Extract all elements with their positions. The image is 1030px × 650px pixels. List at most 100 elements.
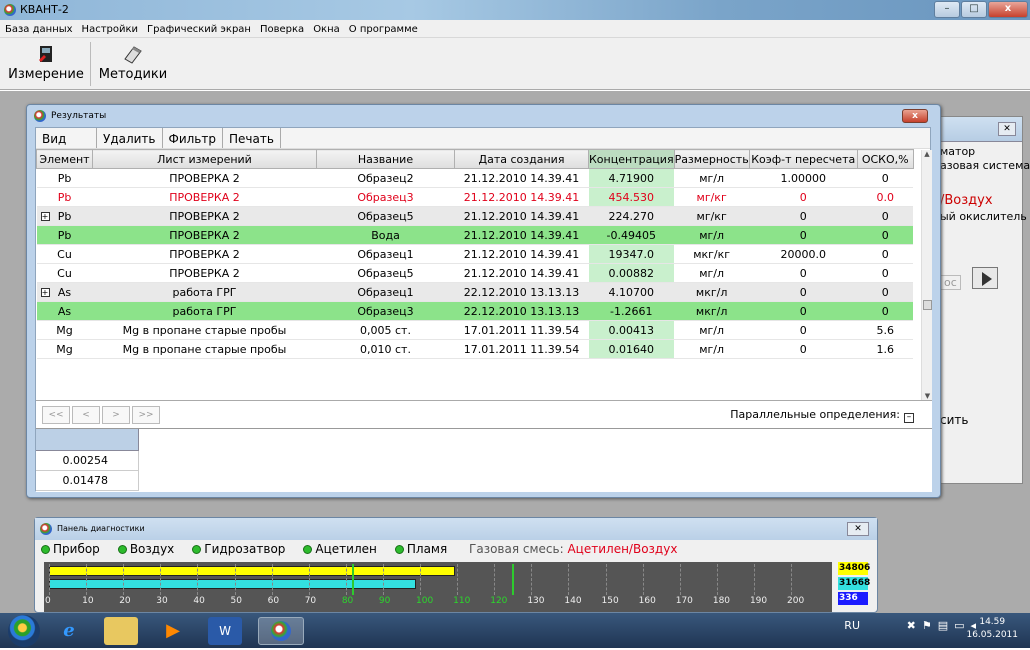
gauge-gridline — [123, 564, 125, 595]
maximize-button[interactable]: □ — [961, 1, 987, 18]
methods-label: Методики — [98, 67, 168, 82]
last-page-button[interactable]: >> — [132, 406, 160, 424]
cell-conc: -0.49405 — [588, 225, 675, 245]
gauge-bar-yellow — [49, 566, 455, 576]
cell-coef: 0 — [749, 225, 858, 245]
table-header: Элемент Лист измерений Название Дата соз… — [36, 149, 914, 169]
table-row[interactable]: Pb ПРОВЕРКА 2 Вода 21.12.2010 14.39.41 -0.49… — [36, 225, 914, 245]
col-date[interactable]: Дата создания — [454, 149, 589, 169]
cell-date: 17.01.2011 11.39.54 — [454, 320, 589, 340]
measure-button[interactable]: Измерение — [6, 40, 86, 88]
cell-unit: мг/л — [674, 320, 750, 340]
cell-unit: мкг/л — [674, 282, 750, 302]
expand-icon[interactable]: + — [40, 288, 50, 297]
first-page-button[interactable]: << — [42, 406, 70, 424]
menu-about[interactable]: О программе — [344, 20, 422, 37]
gauge-tick-label: 200 — [787, 596, 805, 606]
table-row[interactable]: + Pb ПРОВЕРКА 2 Образец5 21.12.2010 14.39.41… — [36, 206, 914, 226]
results-menu-filter[interactable]: Фильтр — [161, 128, 222, 148]
gauge-gridline — [197, 564, 199, 595]
col-name[interactable]: Название — [316, 149, 455, 169]
cell-name: Вода — [316, 225, 455, 245]
cell-unit: мкг/кг — [674, 244, 750, 264]
vertical-scrollbar[interactable]: ▲ ▼ — [921, 150, 932, 400]
methods-button[interactable]: Методики — [98, 40, 168, 88]
cell-sheet: ПРОВЕРКА 2 — [92, 244, 317, 264]
parallel-toggle[interactable]: Параллельные определения: – — [730, 408, 914, 423]
menu-graphic-screen[interactable]: Графический экран — [142, 20, 255, 37]
col-osko[interactable]: ОСКО,% — [856, 149, 914, 169]
background-text-1: матор — [940, 145, 976, 158]
results-menu-delete[interactable]: Удалить — [96, 128, 162, 148]
close-button[interactable]: x — [988, 1, 1028, 18]
menu-verification[interactable]: Поверка — [255, 20, 308, 37]
menu-database[interactable]: База данных — [0, 20, 77, 37]
word-icon[interactable]: W — [208, 617, 242, 645]
gauge-gridline — [234, 564, 236, 595]
minimize-button[interactable]: – — [934, 1, 960, 18]
internet-explorer-icon[interactable]: e — [52, 617, 86, 645]
table-row[interactable]: Pb ПРОВЕРКА 2 Образец3 21.12.2010 14.39.41 4… — [36, 187, 914, 207]
col-sheet[interactable]: Лист измерений — [92, 149, 317, 169]
background-text-3: ый окислитель — [940, 210, 1027, 223]
table-row[interactable]: Cu ПРОВЕРКА 2 Образец5 21.12.2010 14.39.41 0… — [36, 263, 914, 283]
background-button[interactable]: ос — [940, 275, 961, 290]
cell-osko: 5.6 — [857, 320, 914, 340]
kvant-taskbar-icon[interactable] — [258, 617, 304, 645]
diagnostics-status: Прибор Воздух Гидрозатвор Ацетилен Пламя Газ… — [41, 542, 677, 556]
table-row[interactable]: Mg Mg в пропане старые пробы 0,005 ст. 17.0… — [36, 320, 914, 340]
menu-windows[interactable]: Окна — [308, 20, 344, 37]
gauge-value-2: 31668 — [838, 577, 871, 590]
cell-unit: мг/кг — [674, 206, 750, 226]
start-button[interactable] — [8, 615, 40, 647]
cell-el: As — [36, 301, 93, 321]
results-menu-view[interactable]: Вид — [36, 128, 96, 148]
col-concentration[interactable]: Концентрация — [588, 149, 675, 169]
file-explorer-icon[interactable] — [104, 617, 138, 645]
results-menu-print[interactable]: Печать — [221, 128, 281, 148]
next-page-button[interactable]: > — [102, 406, 130, 424]
scroll-up-icon[interactable]: ▲ — [922, 150, 932, 158]
background-gas-text: /Воздух — [940, 193, 993, 208]
menu-settings[interactable]: Настройки — [77, 20, 142, 37]
cell-osko: 0 — [857, 301, 914, 321]
results-table: Элемент Лист измерений Название Дата соз… — [36, 149, 914, 359]
background-window-close-icon[interactable]: ✕ — [998, 122, 1016, 136]
scroll-thumb[interactable] — [923, 300, 932, 310]
cell-osko: 0.0 — [857, 187, 914, 207]
table-row[interactable]: + As работа ГРГ Образец1 22.12.2010 13.13.13… — [36, 282, 914, 302]
cell-sheet: ПРОВЕРКА 2 — [92, 187, 317, 207]
gauge-tick-label: 170 — [675, 596, 693, 606]
table-row[interactable]: As работа ГРГ Образец3 22.12.2010 13.13.13-… — [36, 301, 914, 321]
prev-page-button[interactable]: < — [72, 406, 100, 424]
table-row[interactable]: Mg Mg в пропане старые пробы 0,010 ст. 17.0… — [36, 339, 914, 359]
scroll-down-icon[interactable]: ▼ — [922, 392, 933, 400]
diagnostics-close-icon[interactable]: ✕ — [847, 522, 869, 536]
clock[interactable]: 14.59 16.05.2011 — [966, 616, 1018, 642]
toolbar: Измерение Методики — [0, 38, 1030, 90]
app-icon — [4, 4, 16, 16]
cell-date: 21.12.2010 14.39.41 — [454, 187, 589, 207]
language-indicator[interactable]: RU — [844, 619, 860, 632]
collapse-icon[interactable]: – — [904, 413, 914, 423]
cell-unit: мг/л — [674, 339, 750, 359]
gauge-tick-label: 180 — [712, 596, 731, 606]
col-coefficient[interactable]: Коэф-т пересчета — [748, 149, 858, 169]
results-close-icon[interactable]: x — [902, 109, 928, 123]
cell-el: Mg — [36, 339, 93, 359]
table-row[interactable]: Pb ПРОВЕРКА 2 Образец2 21.12.2010 14.39.41 4… — [36, 168, 914, 188]
media-player-icon[interactable]: ▶ — [156, 617, 190, 645]
background-text-4: сить — [940, 413, 969, 427]
table-row[interactable]: Cu ПРОВЕРКА 2 Образец1 21.12.2010 14.39.41 1… — [36, 244, 914, 264]
status-ok-icon — [117, 545, 127, 554]
gauge-tick-label: 30 — [156, 596, 168, 606]
cell-name: Образец1 — [316, 244, 455, 264]
expand-icon[interactable]: + — [40, 212, 50, 221]
gas-mixture-label: Газовая смесь: — [469, 542, 564, 556]
col-element[interactable]: Элемент — [36, 149, 93, 169]
play-icon[interactable] — [972, 267, 998, 289]
cell-osko: 1.6 — [857, 339, 914, 359]
col-unit[interactable]: Размерность — [673, 149, 750, 169]
cell-coef: 20000.0 — [749, 244, 858, 264]
cell-coef: 0 — [749, 320, 858, 340]
